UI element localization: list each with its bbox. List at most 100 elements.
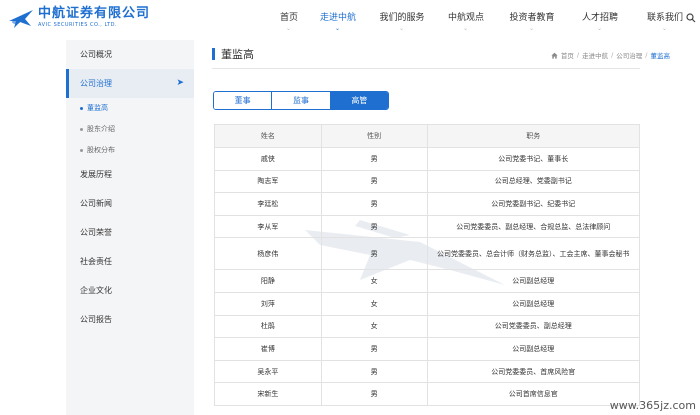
nav-item-about[interactable]: 走进中航 ⌄ <box>308 0 368 40</box>
breadcrumb-separator: / <box>611 51 614 59</box>
cell-gender: 女 <box>320 269 428 293</box>
cell-gender: 男 <box>320 192 428 216</box>
site-header: 中航证券有限公司 AVIC SECURITIES CO., LTD. 首页 ⌄ 走… <box>0 0 700 40</box>
chevron-down-icon: ⌄ <box>463 25 469 32</box>
cell-position: 公司首席信息官 <box>426 382 640 406</box>
table-row: 戚侠 男 公司党委书记、董事长 <box>214 147 640 171</box>
sidebar-item-culture[interactable]: 企业文化 <box>66 276 194 305</box>
search-icon[interactable] <box>686 13 696 23</box>
executives-table: 姓名 性别 职务 戚侠 男 公司党委书记、董事长 陶志军 男 公司总经理、党委副… <box>214 124 640 406</box>
cell-name: 杨彦伟 <box>214 237 322 271</box>
chevron-down-icon: ⌄ <box>597 25 603 32</box>
chevron-down-icon: ⌄ <box>399 25 405 32</box>
cell-position: 公司党委书记、董事长 <box>426 147 640 171</box>
breadcrumb: 首页 / 走进中航 / 公司治理 / 董监高 <box>551 50 670 60</box>
title-divider <box>212 68 640 69</box>
cell-gender: 女 <box>320 291 428 316</box>
bullet-icon <box>80 148 83 152</box>
nav-item-careers[interactable]: 人才招聘 ⌄ <box>568 0 632 40</box>
cell-name: 刘萍 <box>214 291 322 316</box>
breadcrumb-current: 董监高 <box>650 52 671 60</box>
bullet-icon <box>80 127 83 131</box>
page-title-text: 董监高 <box>221 48 254 61</box>
cell-position: 公司副总经理 <box>426 269 640 293</box>
nav-item-services[interactable]: 我们的服务 ⌄ <box>368 0 436 40</box>
cell-name: 李廷松 <box>214 192 322 216</box>
cell-position: 公司总经理、党委副书记 <box>426 169 640 194</box>
chevron-down-icon: ⌄ <box>662 25 668 32</box>
table-row: 杜鹃 女 公司党委委员、副总经理 <box>214 314 640 339</box>
logo[interactable]: 中航证券有限公司 AVIC SECURITIES CO., LTD. <box>8 6 150 30</box>
paper-plane-icon: ➤ <box>176 78 184 88</box>
cell-name: 李从军 <box>214 214 322 239</box>
role-tabs: 董事 监事 高管 <box>213 91 389 110</box>
cell-position: 公司党委委员、首席风险官 <box>426 359 640 384</box>
chevron-down-icon: ⌄ <box>335 25 341 32</box>
cell-position: 公司党委委员、副总经理 <box>426 314 640 339</box>
logo-en-text: AVIC SECURITIES CO., LTD. <box>38 22 118 28</box>
tab-directors[interactable]: 董事 <box>214 92 272 109</box>
sidebar-item-history[interactable]: 发展历程 <box>66 160 194 189</box>
cell-name: 阳静 <box>214 269 322 293</box>
cell-name: 杜鹃 <box>214 314 322 339</box>
table-row: 刘萍 女 公司副总经理 <box>214 291 640 316</box>
executives-table-wrapper: 姓名 性别 职务 戚侠 男 公司党委书记、董事长 陶志军 男 公司总经理、党委副… <box>214 124 640 406</box>
breadcrumb-about[interactable]: 走进中航 <box>582 50 608 60</box>
table-row: 李从军 男 公司党委委员、副总经理、合规总监、总法律顾问 <box>214 214 640 239</box>
sidebar-item-overview[interactable]: 公司概况 <box>66 40 194 69</box>
cell-name: 吴永平 <box>214 359 322 384</box>
breadcrumb-home[interactable]: 首页 <box>561 50 574 60</box>
sidebar-item-honors[interactable]: 公司荣誉 <box>66 218 194 247</box>
table-row: 杨彦伟 男 公司党委委员、总会计师（财务总监）、工会主席、董事会秘书 <box>214 237 640 271</box>
cell-gender: 男 <box>320 359 428 384</box>
cell-position: 公司党委委员、总会计师（财务总监）、工会主席、董事会秘书 <box>426 237 640 271</box>
cell-gender: 男 <box>320 337 428 361</box>
column-header-name: 姓名 <box>214 124 322 148</box>
cell-gender: 男 <box>320 147 428 171</box>
page-title: 董监高 <box>212 46 254 62</box>
sidebar-item-news[interactable]: 公司新闻 <box>66 189 194 218</box>
column-header-gender: 性别 <box>320 124 428 148</box>
cell-position: 公司副总经理 <box>426 337 640 361</box>
sidebar-item-reports[interactable]: 公司报告 <box>66 305 194 334</box>
nav-item-views[interactable]: 中航观点 ⌄ <box>436 0 496 40</box>
table-row: 陶志军 男 公司总经理、党委副书记 <box>214 169 640 194</box>
sidebar-item-governance[interactable]: 公司治理 ➤ <box>66 69 194 98</box>
breadcrumb-governance[interactable]: 公司治理 <box>616 50 642 60</box>
logo-cn-text: 中航证券有限公司 <box>38 6 151 21</box>
cell-gender: 男 <box>320 169 428 194</box>
cell-name: 崔博 <box>214 337 322 361</box>
chevron-down-icon: ⌄ <box>286 25 292 32</box>
cell-position: 公司党委委员、副总经理、合规总监、总法律顾问 <box>426 214 640 239</box>
title-accent-bar <box>212 48 215 60</box>
cell-name: 戚侠 <box>214 147 322 171</box>
chevron-down-icon: ⌄ <box>529 25 535 32</box>
cell-position: 公司副总经理 <box>426 291 640 316</box>
breadcrumb-separator: / <box>576 51 580 59</box>
table-header-row: 姓名 性别 职务 <box>214 124 640 148</box>
sidebar: 公司概况 公司治理 ➤ 董监高 股东介绍 股权分布 发展历程 公司新闻 公司荣誉 … <box>66 40 194 415</box>
main-nav: 首页 ⌄ 走进中航 ⌄ 我们的服务 ⌄ 中航观点 ⌄ 投资者教育 ⌄ 人才招聘 ⌄ 联系我们… <box>270 0 698 40</box>
cell-position: 公司党委副书记、纪委书记 <box>426 192 640 216</box>
cell-name: 宋新生 <box>214 382 322 406</box>
breadcrumb-separator: / <box>645 51 648 59</box>
table-row: 阳静 女 公司副总经理 <box>214 269 640 293</box>
nav-item-investor-education[interactable]: 投资者教育 ⌄ <box>496 0 568 40</box>
column-header-position: 职务 <box>426 124 640 148</box>
tab-executives[interactable]: 高管 <box>329 92 388 109</box>
avic-logo-icon <box>9 10 33 28</box>
table-row: 宋新生 男 公司首席信息官 <box>214 382 640 406</box>
tab-supervisors[interactable]: 监事 <box>271 92 330 109</box>
sidebar-subitem-equity[interactable]: 股权分布 <box>80 144 115 156</box>
cell-gender: 男 <box>320 214 428 239</box>
bullet-icon <box>80 106 83 110</box>
table-row: 崔博 男 公司副总经理 <box>214 337 640 361</box>
sidebar-item-social-responsibility[interactable]: 社会责任 <box>66 247 194 276</box>
sidebar-subitem-management[interactable]: 董监高 <box>80 102 108 114</box>
table-row: 李廷松 男 公司党委副书记、纪委书记 <box>214 192 640 216</box>
cell-gender: 男 <box>320 382 428 406</box>
sidebar-subitem-shareholders[interactable]: 股东介绍 <box>80 123 115 135</box>
nav-item-home[interactable]: 首页 ⌄ <box>270 0 308 40</box>
cell-gender: 女 <box>320 314 428 339</box>
cell-name: 陶志军 <box>214 169 322 194</box>
